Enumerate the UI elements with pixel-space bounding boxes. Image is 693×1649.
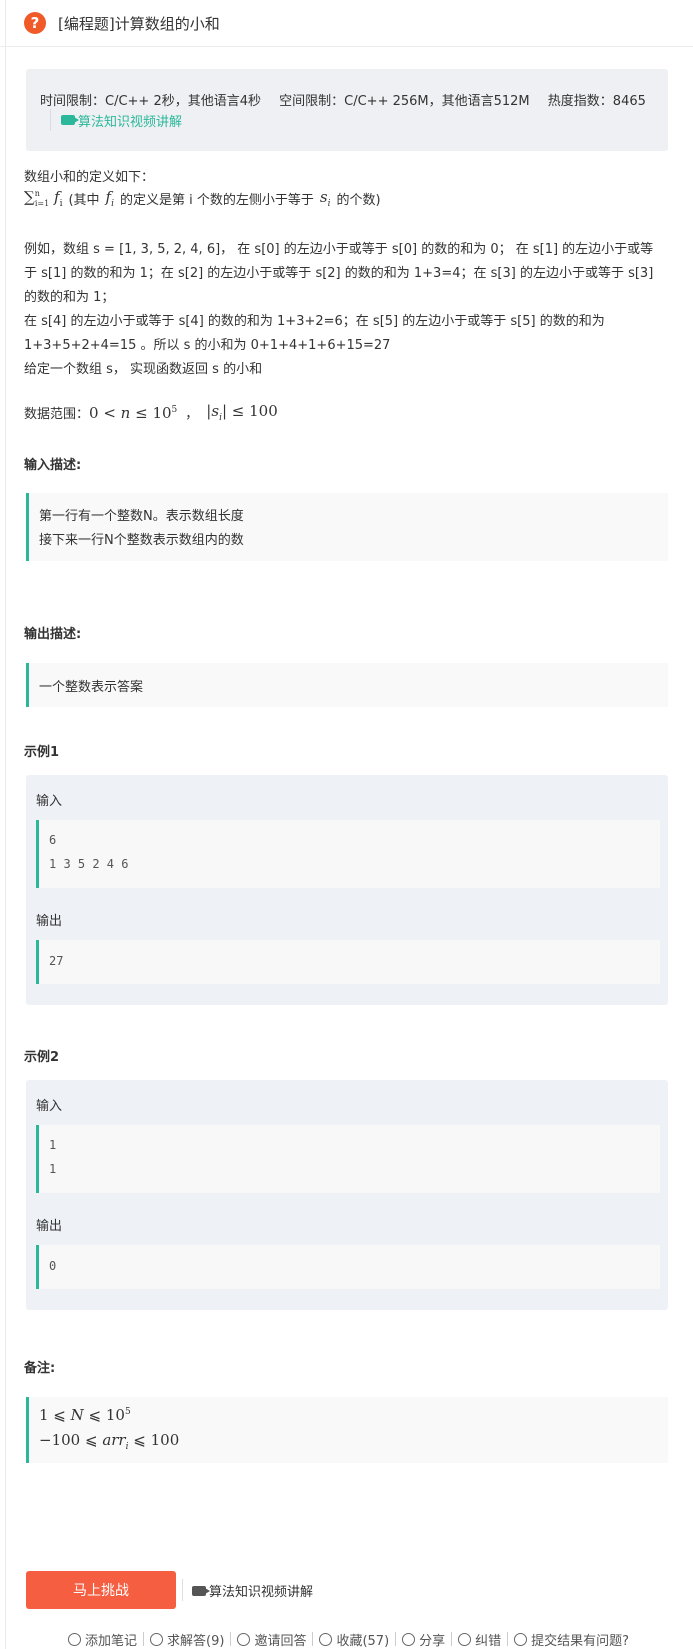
divider bbox=[143, 1632, 145, 1646]
left-border bbox=[5, 0, 6, 1649]
description-line: 的数的和为 1； bbox=[24, 290, 115, 305]
code-line: 6 bbox=[49, 833, 57, 847]
note-constraint-arr: −100 ⩽ arri ⩽ 100 bbox=[39, 1431, 180, 1452]
divider bbox=[182, 1579, 183, 1601]
divider bbox=[230, 1632, 232, 1646]
report-error-action[interactable]: 纠错 bbox=[458, 1630, 501, 1649]
video-lecture-link[interactable]: 算法知识视频讲解 bbox=[61, 111, 182, 130]
heart-icon bbox=[319, 1632, 333, 1646]
description-line: 例如，数组 s = [1, 3, 5, 2, 4, 6]， 在 s[0] 的左边… bbox=[24, 242, 654, 257]
favorite-action[interactable]: 收藏(57) bbox=[319, 1630, 389, 1649]
si-symbol: si bbox=[319, 188, 331, 209]
video-lecture-label: 算法知识视频讲解 bbox=[209, 1585, 314, 1600]
fi-symbol: fi bbox=[105, 188, 114, 209]
alert-icon bbox=[514, 1632, 528, 1646]
edit-icon bbox=[458, 1632, 472, 1646]
input-desc-line: 第一行有一个整数N。表示数组长度 bbox=[39, 509, 244, 524]
video-camera-icon bbox=[61, 115, 79, 125]
notes-block: 1 ⩽ N ⩽ 105 −100 ⩽ arri ⩽ 100 bbox=[26, 1397, 668, 1463]
example-1-input-code[interactable]: 6 1 3 5 2 4 6 bbox=[36, 820, 660, 888]
limits-panel: 时间限制：C/C++ 2秒，其他语言4秒 空间限制：C/C++ 256M，其他语… bbox=[26, 69, 668, 151]
code-line: 1 3 5 2 4 6 bbox=[49, 857, 129, 871]
example-2-output-code[interactable]: 0 bbox=[36, 1245, 660, 1289]
code-line: 0 bbox=[49, 1259, 57, 1273]
definition-intro: 数组小和的定义如下： bbox=[24, 170, 155, 185]
video-lecture-label: 算法知识视频讲解 bbox=[78, 114, 183, 130]
example-2-panel: 输入 1 1 输出 0 bbox=[26, 1080, 668, 1310]
divider bbox=[395, 1632, 397, 1646]
range-formula-n: 0 < n ≤ 105 bbox=[89, 403, 178, 422]
description-line: 给定一个数组 s， 实现函数返回 s 的小和 bbox=[24, 362, 263, 377]
output-description-heading: 输出描述: bbox=[24, 627, 82, 642]
code-line: 1 bbox=[49, 1162, 57, 1176]
example-output-label: 输出 bbox=[36, 1219, 63, 1234]
start-challenge-button[interactable]: 马上挑战 bbox=[26, 1571, 176, 1609]
data-range: 数据范围： 0 < n ≤ 105 ， |si| ≤ 100 bbox=[24, 402, 278, 423]
divider bbox=[50, 109, 51, 131]
space-limit: 空间限制：C/C++ 256M，其他语言512M bbox=[279, 94, 530, 109]
sum-formula: ∑ni=1 fi bbox=[24, 188, 63, 209]
example-1-output-code[interactable]: 27 bbox=[36, 940, 660, 984]
example-1-heading: 示例1 bbox=[24, 745, 60, 760]
example-input-label: 输入 bbox=[36, 1099, 63, 1114]
share-action[interactable]: 分享 bbox=[402, 1630, 445, 1649]
code-line: 1 bbox=[49, 1138, 57, 1152]
output-desc-line: 一个整数表示答案 bbox=[39, 680, 144, 695]
input-description-block: 第一行有一个整数N。表示数组长度 接下来一行N个整数表示数组内的数 bbox=[26, 493, 668, 561]
problem-header: ? [编程题]计算数组的小和 bbox=[0, 0, 693, 47]
code-line: 27 bbox=[49, 954, 64, 968]
input-description-heading: 输入描述: bbox=[24, 458, 82, 473]
ask-answer-action[interactable]: 求解答(9) bbox=[150, 1630, 224, 1649]
input-desc-line: 接下来一行N个整数表示数组内的数 bbox=[39, 533, 244, 548]
question-icon: ? bbox=[24, 12, 46, 34]
range-formula-s: |si| ≤ 100 bbox=[206, 402, 278, 423]
example-input-label: 输入 bbox=[36, 794, 63, 809]
example-1-panel: 输入 6 1 3 5 2 4 6 输出 27 bbox=[26, 775, 668, 1005]
example-2-input-code[interactable]: 1 1 bbox=[36, 1125, 660, 1193]
heat-index: 热度指数：8465 bbox=[547, 94, 646, 109]
divider bbox=[312, 1632, 314, 1646]
description-line: 在 s[4] 的左边小于或等于 s[4] 的数的和为 1+3+2=6；在 s[5… bbox=[24, 314, 605, 329]
example-output-label: 输出 bbox=[36, 914, 63, 929]
submission-issue-action[interactable]: 提交结果有问题? bbox=[514, 1630, 629, 1649]
problem-title: [编程题]计算数组的小和 bbox=[58, 14, 220, 33]
output-description-block: 一个整数表示答案 bbox=[26, 663, 668, 707]
note-icon bbox=[68, 1632, 81, 1646]
example-2-heading: 示例2 bbox=[24, 1050, 60, 1065]
share-icon bbox=[402, 1632, 416, 1646]
description-line: 于 s[1] 的数的和为 1；在 s[2] 的左边小于或等于 s[2] 的数的和… bbox=[24, 266, 654, 281]
footer-actions: 添加笔记 求解答(9) 邀请回答 收藏(57) 分享 纠错 提交结果有问题? bbox=[68, 1629, 693, 1649]
notes-heading: 备注: bbox=[24, 1361, 56, 1376]
definition-formula: ∑ni=1 fi (其中 fi 的定义是第 i 个数的左侧小于等于 si 的个数… bbox=[24, 188, 381, 209]
help-icon bbox=[150, 1632, 164, 1646]
description-line: 1+3+5+2+4=15 。所以 s 的小和为 0+1+4+1+6+15=27 bbox=[24, 338, 391, 353]
invite-icon bbox=[237, 1632, 251, 1646]
divider bbox=[507, 1632, 509, 1646]
video-camera-icon bbox=[192, 1585, 210, 1596]
video-lecture-link-bottom[interactable]: 算法知识视频讲解 bbox=[192, 1581, 313, 1600]
add-note-action[interactable]: 添加笔记 bbox=[68, 1630, 137, 1649]
divider bbox=[451, 1632, 453, 1646]
note-constraint-n: 1 ⩽ N ⩽ 105 bbox=[39, 1406, 131, 1424]
invite-answer-action[interactable]: 邀请回答 bbox=[237, 1630, 306, 1649]
